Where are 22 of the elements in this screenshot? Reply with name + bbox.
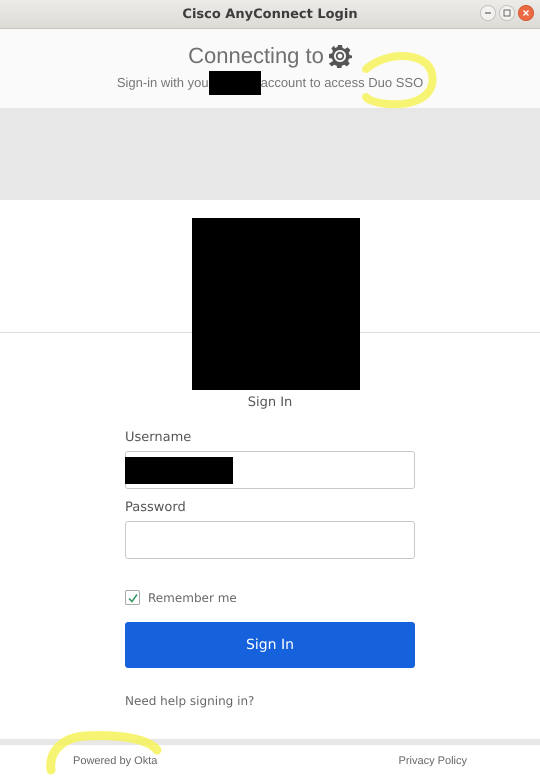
input-field[interactable] bbox=[125, 451, 415, 489]
maximize-icon bbox=[503, 9, 511, 17]
remember-checkbox[interactable] bbox=[125, 590, 140, 605]
subtitle-text: account to access Duo SSO bbox=[260, 75, 424, 90]
form-title: Sign In bbox=[246, 395, 294, 410]
close-icon bbox=[522, 9, 530, 17]
redaction-block bbox=[208, 70, 261, 94]
sign-in-button[interactable]: Sign In bbox=[125, 622, 415, 668]
privacy-link[interactable]: Privacy Policy bbox=[398, 755, 467, 767]
powered-by-link[interactable]: Powered by Okta bbox=[73, 755, 158, 767]
field-label: Username bbox=[125, 430, 192, 445]
field-label: Password bbox=[125, 500, 187, 515]
remember-label: Remember me bbox=[148, 590, 237, 604]
gear-icon bbox=[328, 44, 352, 68]
input-field[interactable] bbox=[125, 521, 415, 559]
heading: Connecting to bbox=[188, 42, 324, 68]
maximize-button[interactable] bbox=[499, 5, 515, 21]
close-button[interactable] bbox=[518, 5, 534, 21]
window-title: Cisco AnyConnect Login bbox=[182, 6, 358, 22]
help-link[interactable]: Need help signing in? bbox=[125, 694, 415, 708]
minimize-button[interactable] bbox=[480, 5, 496, 21]
subtitle-text: Sign-in with you bbox=[116, 75, 209, 90]
